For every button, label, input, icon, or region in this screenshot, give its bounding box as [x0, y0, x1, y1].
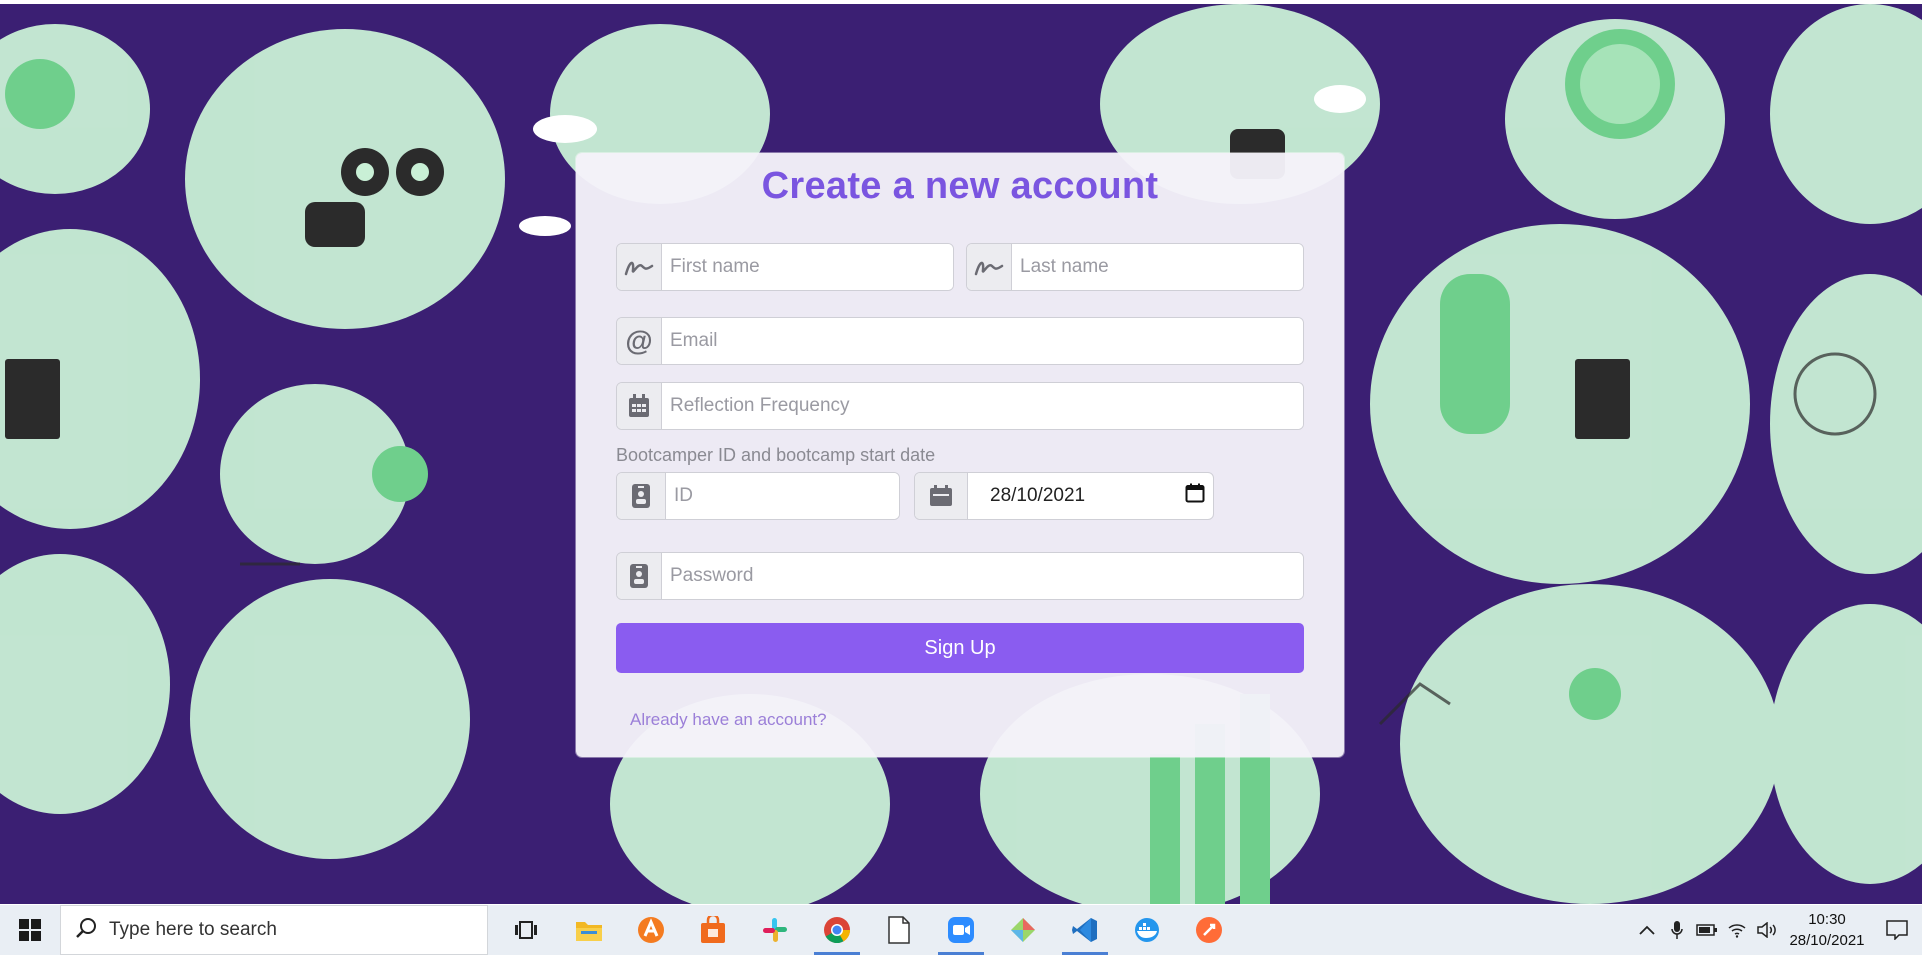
microphone-icon[interactable] [1662, 905, 1692, 955]
search-placeholder: Type here to search [109, 919, 277, 940]
start-date-group: 28/10/2021 [914, 472, 1214, 520]
id-badge-icon [617, 553, 662, 599]
postman-icon[interactable] [1178, 905, 1240, 955]
signature-icon [967, 244, 1012, 290]
system-tray: 10:30 28/10/2021 [1632, 905, 1922, 955]
taskbar: Type here to search 10:30 28/10/2021 [0, 905, 1922, 955]
notification-icon[interactable] [1872, 905, 1922, 955]
vscode-icon[interactable] [1054, 905, 1116, 955]
page-title: Create a new account [761, 165, 1159, 207]
wifi-icon[interactable] [1722, 905, 1752, 955]
store-icon[interactable] [682, 905, 744, 955]
gitkraken-icon[interactable] [992, 905, 1054, 955]
search-icon [75, 917, 97, 944]
start-date-input[interactable]: 28/10/2021 [968, 473, 1213, 519]
last-name-input[interactable] [1012, 244, 1303, 290]
battery-icon[interactable] [1692, 905, 1722, 955]
avast-icon[interactable] [620, 905, 682, 955]
calendar-icon [915, 473, 968, 519]
file-explorer-icon[interactable] [558, 905, 620, 955]
reflection-frequency-input[interactable] [662, 383, 1303, 429]
bootcamp-label: Bootcamper ID and bootcamp start date [616, 445, 936, 465]
taskbar-clock[interactable]: 10:30 28/10/2021 [1782, 909, 1872, 951]
task-view-icon[interactable] [496, 905, 558, 955]
bootcamper-id-input[interactable] [666, 473, 899, 519]
windows-start-icon[interactable] [0, 905, 60, 955]
reflection-frequency-group [616, 382, 1304, 430]
clock-date: 28/10/2021 [1789, 932, 1865, 949]
notepad-icon[interactable] [868, 905, 930, 955]
start-date-value: 28/10/2021 [990, 485, 1086, 506]
first-name-input[interactable] [662, 244, 953, 290]
bootcamper-id-group [616, 472, 900, 520]
calendar-icon [617, 383, 662, 429]
zoom-icon[interactable] [930, 905, 992, 955]
signature-icon [617, 244, 662, 290]
slack-icon[interactable] [744, 905, 806, 955]
already-have-account-link[interactable]: Already have an account? [630, 710, 827, 730]
password-group [616, 552, 1304, 600]
taskbar-search[interactable]: Type here to search [60, 905, 488, 955]
first-name-group [616, 243, 954, 291]
taskbar-apps [496, 905, 1240, 955]
signup-button[interactable]: Sign Up [616, 623, 1304, 673]
volume-icon[interactable] [1752, 905, 1782, 955]
at-sign-icon: @ [617, 318, 662, 364]
docker-icon[interactable] [1116, 905, 1178, 955]
id-badge-icon [617, 473, 666, 519]
chrome-icon[interactable] [806, 905, 868, 955]
chevron-up-icon[interactable] [1632, 905, 1662, 955]
email-group: @ [616, 317, 1304, 365]
desktop-screen: Create a new account @ [0, 0, 1922, 955]
signup-card: Create a new account @ [576, 153, 1344, 757]
email-input[interactable] [662, 318, 1303, 364]
clock-time: 10:30 [1808, 911, 1846, 928]
password-input[interactable] [662, 553, 1303, 599]
calendar-picker-icon[interactable] [1185, 483, 1205, 509]
last-name-group [966, 243, 1304, 291]
